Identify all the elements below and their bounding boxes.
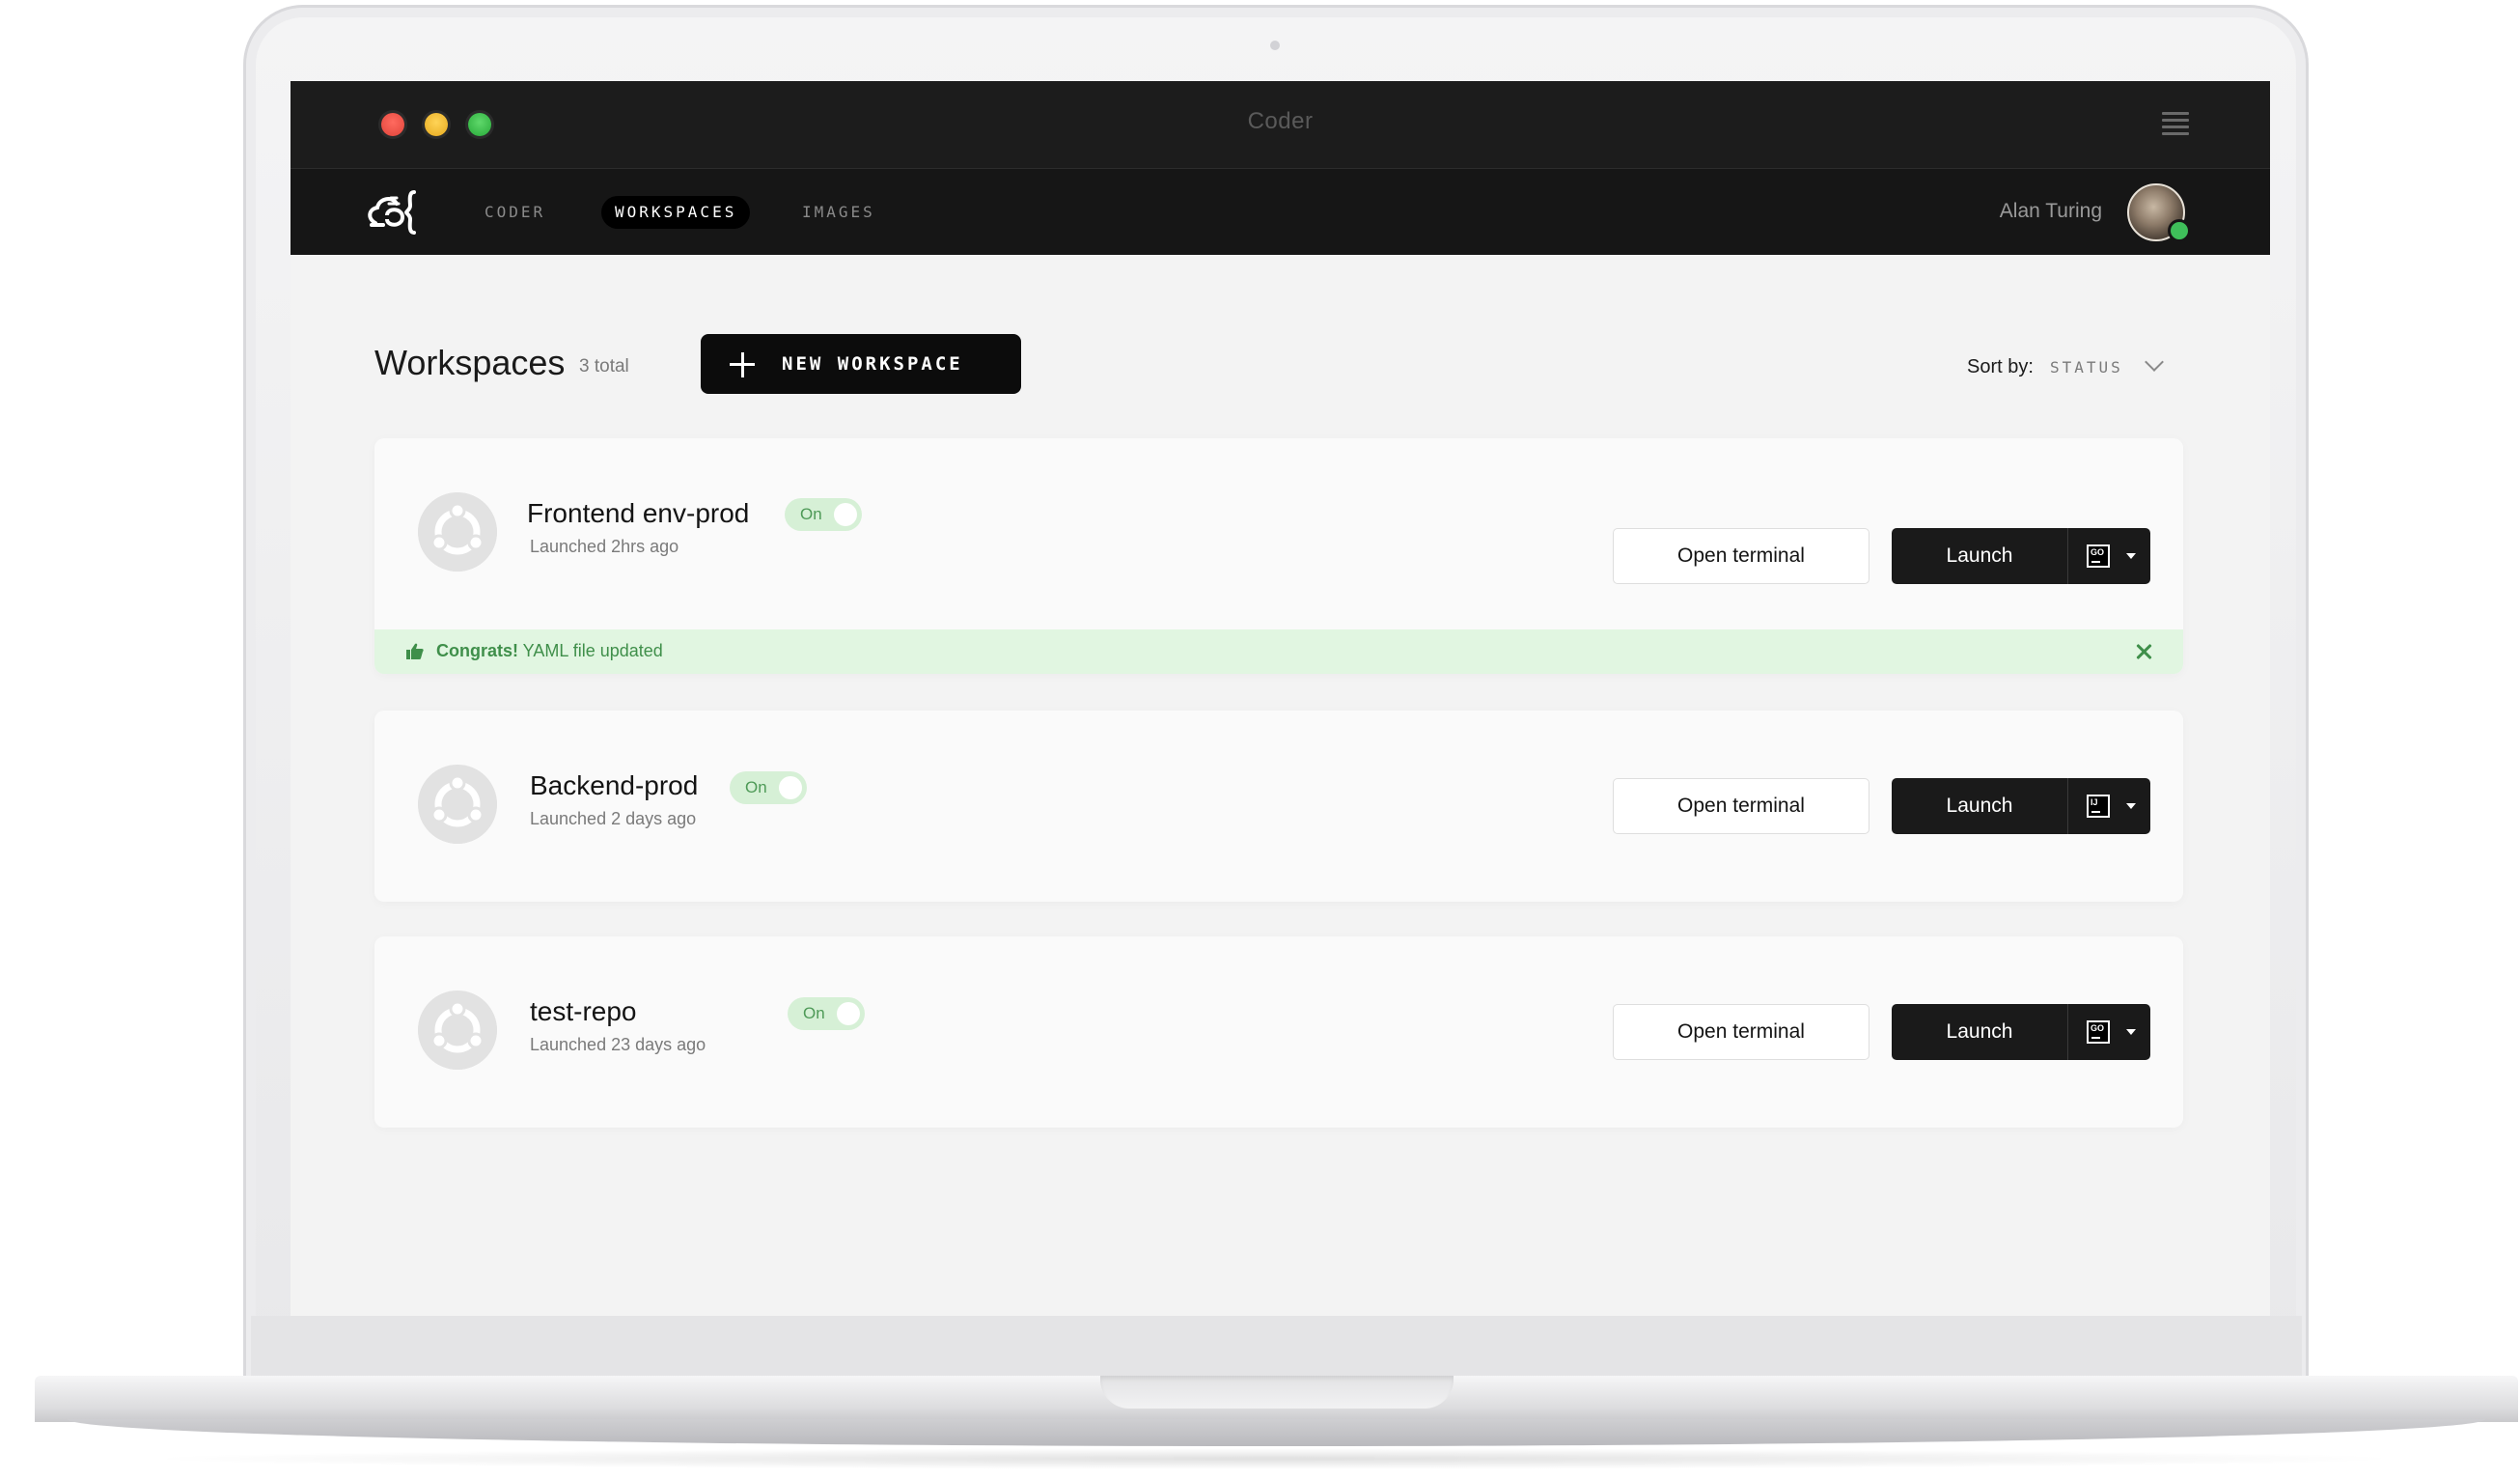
laptop-shadow	[135, 1448, 2413, 1469]
top-navbar: CODER WORKSPACES IMAGES Alan Turing	[291, 169, 2270, 255]
toggle-knob	[837, 1002, 860, 1025]
sort-label: Sort by:	[1967, 356, 2034, 377]
coder-logo[interactable]	[366, 186, 429, 238]
window-title: Coder	[1247, 108, 1314, 134]
page-title: Workspaces	[374, 343, 566, 382]
workspace-launched: Launched 2 days ago	[530, 809, 697, 828]
workspace-card: test-repo Launched 23 days ago On Open t…	[374, 936, 2183, 1128]
webcam	[1270, 41, 1280, 50]
workspace-name[interactable]: Frontend env-prod	[527, 498, 749, 529]
laptop-bezel-bottom	[251, 1316, 2302, 1376]
launch-button-group: Launch IJ	[1892, 778, 2150, 834]
status-toggle[interactable]: On	[785, 498, 862, 531]
close-icon[interactable]	[2133, 641, 2154, 662]
plus-icon	[730, 352, 755, 377]
launch-button[interactable]: Launch	[1892, 778, 2067, 834]
ubuntu-icon	[418, 492, 497, 572]
banner-bold: Congrats!	[436, 641, 518, 660]
status-label: On	[745, 778, 767, 796]
workspace-name[interactable]: test-repo	[530, 996, 637, 1027]
ubuntu-icon	[418, 991, 497, 1070]
launch-button-group: Launch GO	[1892, 528, 2150, 584]
goland-icon: GO	[2087, 1020, 2110, 1044]
online-status-dot	[2168, 219, 2191, 242]
status-label: On	[803, 1004, 825, 1022]
banner-text: YAML file updated	[518, 641, 663, 660]
thumbs-up-icon	[406, 643, 424, 659]
open-terminal-button[interactable]: Open terminal	[1613, 778, 1869, 834]
caret-down-icon	[2126, 553, 2136, 559]
workspace-card: Frontend env-prod Launched 2hrs ago On O…	[374, 438, 2183, 674]
status-toggle[interactable]: On	[788, 997, 865, 1030]
workspace-launched: Launched 2hrs ago	[530, 537, 679, 556]
laptop-notch	[1100, 1376, 1454, 1409]
nav-coder[interactable]: CODER	[471, 196, 559, 229]
goland-icon: GO	[2087, 544, 2110, 568]
nav-workspaces[interactable]: WORKSPACES	[601, 196, 751, 229]
caret-down-icon	[2126, 1029, 2136, 1035]
status-label: On	[800, 505, 822, 523]
app-window: Coder CODER WORKSPACES IMAGES Alan Turin…	[291, 81, 2270, 1316]
ide-select-button[interactable]: IJ	[2068, 778, 2150, 834]
workspace-name[interactable]: Backend-prod	[530, 770, 698, 801]
hamburger-icon[interactable]	[2162, 112, 2189, 135]
chevron-down-icon[interactable]	[2145, 352, 2164, 372]
open-terminal-button[interactable]: Open terminal	[1613, 528, 1869, 584]
sort-dropdown[interactable]: STATUS	[2050, 358, 2123, 377]
toggle-knob	[779, 776, 802, 799]
laptop-base-lower	[68, 1419, 2485, 1446]
workspace-card: Backend-prod Launched 2 days ago On Open…	[374, 711, 2183, 902]
status-toggle[interactable]: On	[730, 771, 807, 804]
success-banner: Congrats! YAML file updated	[374, 629, 2183, 674]
nav-images[interactable]: IMAGES	[789, 196, 889, 229]
ide-select-button[interactable]: GO	[2068, 528, 2150, 584]
open-terminal-button[interactable]: Open terminal	[1613, 1004, 1869, 1060]
new-workspace-label: NEW WORKSPACE	[782, 353, 963, 375]
launch-button-group: Launch GO	[1892, 1004, 2150, 1060]
workspace-launched: Launched 23 days ago	[530, 1035, 706, 1054]
launch-button[interactable]: Launch	[1892, 1004, 2067, 1060]
ide-select-button[interactable]: GO	[2068, 1004, 2150, 1060]
new-workspace-button[interactable]: NEW WORKSPACE	[701, 334, 1021, 394]
caret-down-icon	[2126, 803, 2136, 809]
banner-message: Congrats! YAML file updated	[436, 641, 663, 661]
title-bar: Coder	[291, 81, 2270, 169]
ubuntu-icon	[418, 765, 497, 844]
launch-button[interactable]: Launch	[1892, 528, 2067, 584]
intellij-icon: IJ	[2087, 795, 2110, 818]
workspace-count: 3 total	[579, 356, 629, 377]
toggle-knob	[834, 503, 857, 526]
user-name[interactable]: Alan Turing	[2000, 200, 2102, 223]
